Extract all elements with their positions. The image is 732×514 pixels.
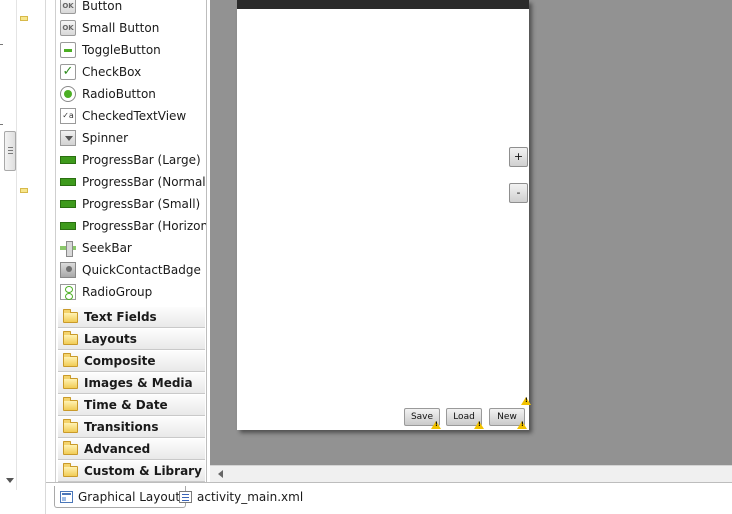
palette-item-label: CheckedTextView <box>82 109 187 123</box>
palette-item-label: ProgressBar (Normal) <box>82 175 207 189</box>
warning-icon[interactable] <box>431 421 441 429</box>
radio-button-icon <box>60 86 76 102</box>
palette-item-label: Button <box>82 0 123 13</box>
scrollbar-thumb[interactable] <box>4 131 16 171</box>
category-label: Time & Date <box>84 398 168 412</box>
palette-item-label: CheckBox <box>82 65 142 79</box>
palette-item-label: ToggleButton <box>82 43 161 57</box>
category-label: Composite <box>84 354 156 368</box>
action-bar <box>237 0 529 9</box>
palette-item-seekbar[interactable]: SeekBar <box>60 237 206 259</box>
palette-item-radio-group[interactable]: RadioGroup <box>60 281 206 303</box>
palette-item-label: ProgressBar (Small) <box>82 197 201 211</box>
palette-category-custom-library-views[interactable]: Custom & Library Vie <box>58 461 206 482</box>
layout-icon <box>60 490 73 503</box>
ruler-tick <box>0 44 3 45</box>
folder-icon <box>63 352 78 367</box>
editor-tab-bar: Graphical Layout activity_main.xml <box>46 482 732 514</box>
warning-icon[interactable] <box>517 421 527 429</box>
folder-icon <box>63 396 78 411</box>
palette-item-label: ProgressBar (Horizonta <box>82 219 207 233</box>
palette-item-radio-button[interactable]: RadioButton <box>60 83 206 105</box>
palette-item-label: RadioGroup <box>82 285 153 299</box>
quick-contact-badge-icon <box>60 262 76 278</box>
palette-item-label: ProgressBar (Large) <box>82 153 201 167</box>
xml-file-icon <box>179 491 192 503</box>
palette-item-spinner[interactable]: Spinner <box>60 127 206 149</box>
device-preview[interactable]: Save Load New <box>237 0 531 430</box>
zoom-out-button[interactable]: - <box>509 183 528 203</box>
zoom-in-button[interactable]: + <box>509 147 528 167</box>
horizontal-scrollbar[interactable] <box>210 465 732 482</box>
palette-category-layouts[interactable]: Layouts <box>58 329 205 350</box>
ruler-tick <box>0 124 3 125</box>
palette-category-advanced[interactable]: Advanced <box>58 439 205 460</box>
tab-activity-main-xml[interactable]: activity_main.xml <box>174 486 308 508</box>
palette-item-label: SeekBar <box>82 241 132 255</box>
warning-icon[interactable] <box>474 421 484 429</box>
palette-category-composite[interactable]: Composite <box>58 351 205 372</box>
palette-item-progress-bar-normal[interactable]: ProgressBar (Normal) <box>60 171 207 193</box>
annotation-marker-icon[interactable] <box>20 16 28 21</box>
annotation-marker-icon[interactable] <box>20 188 28 193</box>
tab-graphical-layout[interactable]: Graphical Layout <box>54 486 187 508</box>
palette-item-checkbox[interactable]: ✓ CheckBox <box>60 61 206 83</box>
palette-category-transitions[interactable]: Transitions <box>58 417 205 438</box>
button-icon: OK <box>60 0 76 14</box>
checkbox-icon: ✓ <box>60 64 76 80</box>
folder-icon <box>63 330 78 345</box>
small-button-icon: OK <box>60 20 76 36</box>
layout-canvas[interactable]: Save Load New + - <box>210 0 732 465</box>
checked-text-view-icon: ✓a <box>60 108 76 124</box>
progress-bar-icon <box>60 178 76 186</box>
category-label: Custom & Library Vie <box>84 464 206 478</box>
palette-item-progress-bar-large[interactable]: ProgressBar (Large) <box>60 149 206 171</box>
folder-icon <box>63 308 78 323</box>
widget-palette: OK Button OK Small Button ToggleButton ✓… <box>55 0 207 482</box>
scroll-down-arrow-icon[interactable] <box>6 478 14 483</box>
palette-item-quick-contact-badge[interactable]: QuickContactBadge <box>60 259 206 281</box>
progress-bar-icon <box>60 200 76 208</box>
progress-bar-icon <box>60 156 76 164</box>
category-label: Text Fields <box>84 310 157 324</box>
palette-item-checked-text-view[interactable]: ✓a CheckedTextView <box>60 105 206 127</box>
palette-item-label: QuickContactBadge <box>82 263 201 277</box>
palette-category-images-media[interactable]: Images & Media <box>58 373 205 394</box>
scroll-left-arrow-icon[interactable] <box>218 470 223 478</box>
palette-category-time-date[interactable]: Time & Date <box>58 395 205 416</box>
folder-icon <box>63 418 78 433</box>
progress-bar-icon <box>60 222 76 230</box>
palette-item-progress-bar-small[interactable]: ProgressBar (Small) <box>60 193 206 215</box>
folder-icon <box>63 462 78 477</box>
palette-item-small-button[interactable]: OK Small Button <box>60 17 206 39</box>
tab-label: Graphical Layout <box>78 489 181 504</box>
category-label: Advanced <box>84 442 151 456</box>
warning-icon[interactable] <box>521 397 531 405</box>
category-label: Images & Media <box>84 376 193 390</box>
palette-category-text-fields[interactable]: Text Fields <box>58 307 205 328</box>
radio-group-icon <box>60 284 76 300</box>
category-label: Layouts <box>84 332 137 346</box>
folder-icon <box>63 440 78 455</box>
palette-item-toggle-button[interactable]: ToggleButton <box>60 39 206 61</box>
palette-item-progress-bar-horizontal[interactable]: ProgressBar (Horizonta <box>60 215 207 237</box>
palette-item-label: Small Button <box>82 21 160 35</box>
spinner-icon <box>60 130 76 146</box>
palette-item-button[interactable]: OK Button <box>60 0 206 17</box>
folder-icon <box>63 374 78 389</box>
toggle-button-icon <box>60 42 76 58</box>
palette-item-label: RadioButton <box>82 87 156 101</box>
editor-gutter <box>0 0 46 514</box>
vertical-scrollbar[interactable] <box>4 0 17 490</box>
tab-label: activity_main.xml <box>197 490 304 504</box>
palette-item-label: Spinner <box>82 131 129 145</box>
seekbar-icon <box>60 240 76 257</box>
category-label: Transitions <box>84 420 159 434</box>
